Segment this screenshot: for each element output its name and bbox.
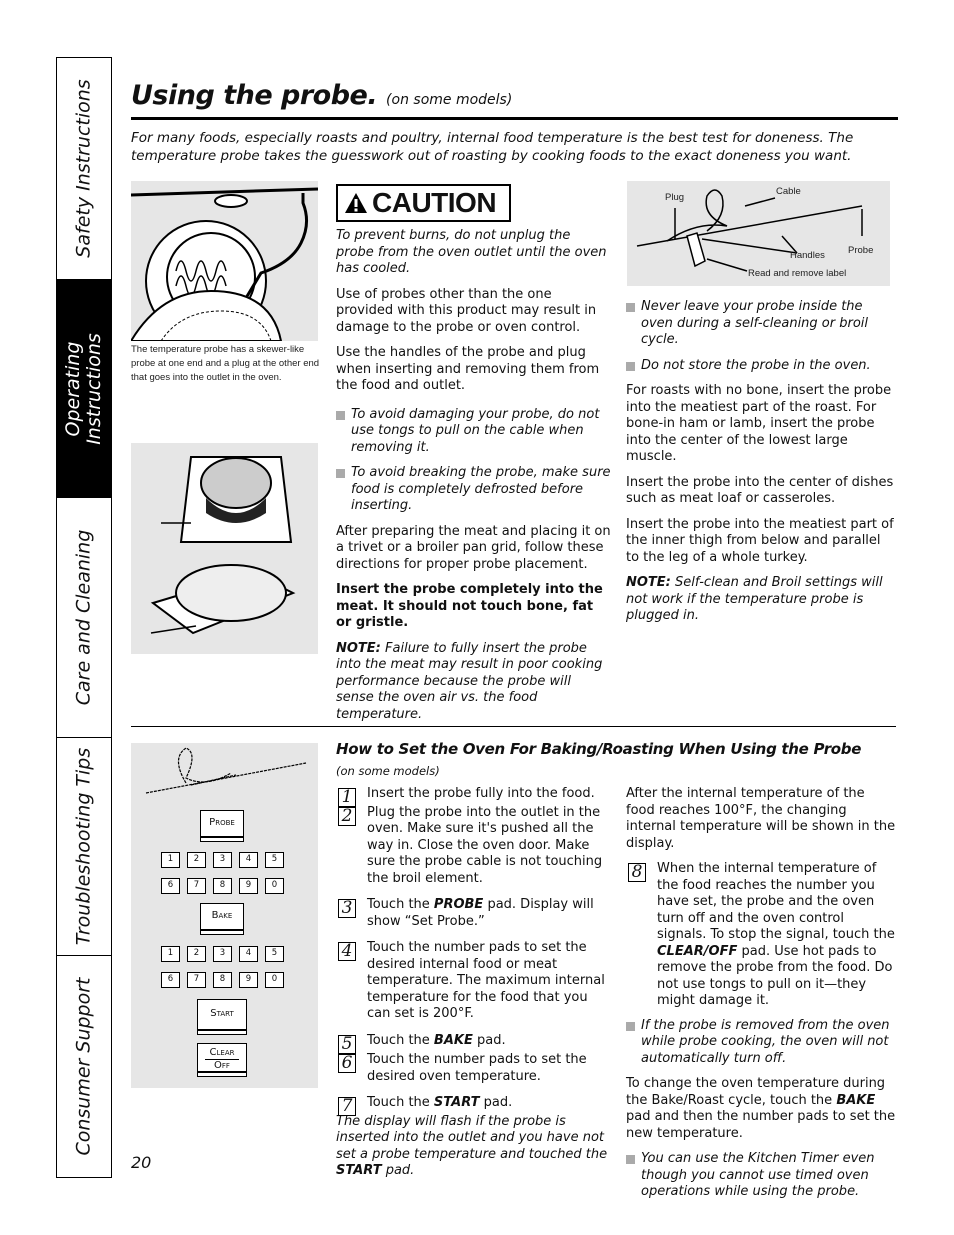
probe-pad[interactable]: Probe	[200, 810, 244, 842]
probe-in-oven-caption: The temperature probe has a skewer-like …	[131, 344, 320, 383]
control-panel-illustration: Probe Bake Start Clear Off	[131, 743, 318, 1088]
title-rule	[131, 117, 898, 120]
howto-title: How to Set the Oven For Baking/Roasting …	[336, 740, 862, 758]
caution-bullet: To avoid damaging your probe, do not use…	[336, 407, 611, 457]
placement-paragraph: Insert the probe into the center of dish…	[626, 474, 894, 507]
placement-note: NOTE: Self-clean and Broil settings will…	[626, 575, 883, 623]
caution-bullet: To avoid breaking the probe, make sure f…	[336, 465, 611, 515]
caution-paragraph: Use of probes other than the one provide…	[336, 286, 597, 335]
handles-label: Handles	[790, 250, 825, 261]
step-5: 5 Touch the BAKE pad.	[336, 1033, 611, 1054]
step-7: 7 Touch the START pad.	[336, 1095, 611, 1116]
caution-column: To prevent burns, do not unplug the prob…	[336, 228, 611, 732]
intro-text: For many foods, especially roasts and po…	[131, 130, 854, 164]
insert-instruction: Insert the probe completely into the mea…	[336, 582, 603, 630]
step-3: 3 Touch the PROBE pad. Display will show …	[336, 897, 611, 930]
key-8[interactable]: 8	[213, 972, 232, 988]
page-number: 20	[131, 1153, 152, 1172]
roast-and-turkey-illustration	[131, 443, 318, 654]
warning-triangle-icon	[345, 193, 367, 213]
key-1[interactable]: 1	[161, 946, 180, 962]
caution-warning: To prevent burns, do not unplug the prob…	[336, 228, 607, 276]
flash-note: The display will flash if the probe is i…	[336, 1113, 608, 1179]
key-0[interactable]: 0	[265, 878, 284, 894]
placement-paragraph: Insert the probe into the meatiest part …	[626, 516, 894, 565]
tab-consumer-support[interactable]: Consumer Support	[57, 956, 111, 1177]
probe-label: Probe	[848, 245, 874, 256]
tab-operating-instructions[interactable]: Operating Instructions	[57, 280, 111, 498]
caution-note: NOTE: Failure to fully insert the probe …	[336, 640, 603, 722]
change-temp-paragraph: To change the oven temperature during th…	[626, 1076, 896, 1141]
key-7[interactable]: 7	[187, 972, 206, 988]
remove-label-label: Read and remove label	[748, 268, 847, 279]
step-8: 8 When the internal temperature of the fo…	[626, 861, 896, 1010]
clear-off-pad[interactable]: Clear Off	[197, 1043, 247, 1077]
key-6[interactable]: 6	[161, 878, 180, 894]
key-8[interactable]: 8	[213, 878, 232, 894]
steps-column: 1 Insert the probe fully into the food. 2…	[336, 786, 611, 1189]
placement-bullet: Never leave your probe inside the oven d…	[626, 299, 896, 349]
placement-paragraph: For roasts with no bone, insert the prob…	[626, 383, 892, 464]
key-5[interactable]: 5	[265, 852, 284, 868]
key-0[interactable]: 0	[265, 972, 284, 988]
tab-care-and-cleaning[interactable]: Care and Cleaning	[57, 498, 111, 738]
probe-in-oven-illustration	[129, 181, 319, 342]
key-2[interactable]: 2	[187, 852, 206, 868]
page-title: Using the probe. (on some models)	[131, 80, 513, 111]
key-3[interactable]: 3	[213, 852, 232, 868]
section-divider	[131, 726, 896, 727]
tab-troubleshooting-tips[interactable]: Troubleshooting Tips	[57, 738, 111, 956]
caution-paragraph: Use the handles of the probe and plug wh…	[336, 345, 600, 393]
key-3[interactable]: 3	[213, 946, 232, 962]
probe-sketch	[145, 747, 307, 794]
key-9[interactable]: 9	[239, 972, 258, 988]
key-5[interactable]: 5	[265, 946, 284, 962]
key-2[interactable]: 2	[187, 946, 206, 962]
steps-column-right: After the internal temperature of the fo…	[626, 786, 896, 1210]
probe-parts-diagram: Plug Cable Handles Probe Read and remove…	[627, 181, 890, 286]
bake-pad[interactable]: Bake	[200, 903, 244, 935]
tab-safety-instructions[interactable]: Safety Instructions	[57, 58, 111, 280]
key-9[interactable]: 9	[239, 878, 258, 894]
caution-label: CAUTION	[336, 184, 511, 222]
placement-bullet: Do not store the probe in the oven.	[626, 358, 896, 375]
key-4[interactable]: 4	[239, 852, 258, 868]
placement-column: Never leave your probe inside the oven d…	[626, 299, 896, 634]
step-4: 4 Touch the number pads to set the desire…	[336, 940, 611, 1023]
start-pad[interactable]: Start	[197, 999, 247, 1035]
placement-paragraph: After preparing the meat and placing it …	[336, 523, 611, 572]
key-1[interactable]: 1	[161, 852, 180, 868]
step-1: 1 Insert the probe fully into the food.	[336, 786, 611, 807]
step-2: 2 Plug the probe into the outlet in the o…	[336, 805, 611, 888]
section-tabs: Safety Instructions Operating Instruction…	[56, 57, 112, 1178]
page-subtitle: (on some models)	[386, 92, 513, 108]
step-6: 6 Touch the number pads to set the desire…	[336, 1052, 611, 1085]
probe-removed-bullet: If the probe is removed from the oven wh…	[626, 1018, 896, 1068]
key-7[interactable]: 7	[187, 878, 206, 894]
howto-subtitle: (on some models)	[336, 764, 440, 778]
kitchen-timer-bullet: You can use the Kitchen Timer even thoug…	[626, 1151, 896, 1201]
key-4[interactable]: 4	[239, 946, 258, 962]
cable-label: Cable	[776, 186, 801, 197]
key-6[interactable]: 6	[161, 972, 180, 988]
internal-temp-paragraph: After the internal temperature of the fo…	[626, 786, 896, 851]
plug-label: Plug	[665, 192, 685, 203]
